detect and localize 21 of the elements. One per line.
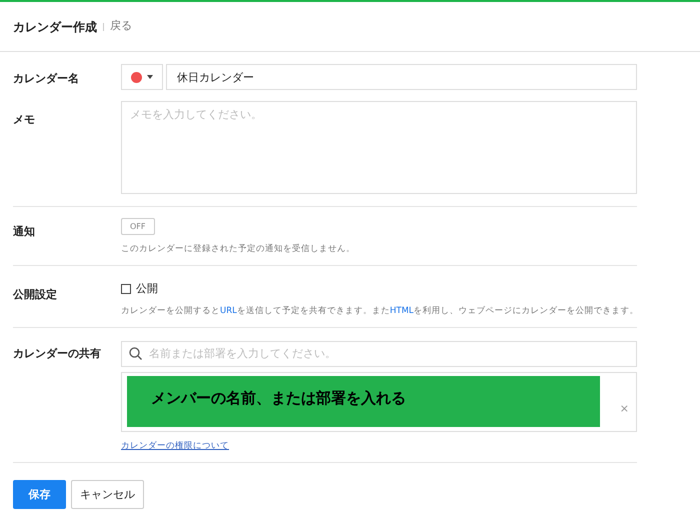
page-title: カレンダー作成 xyxy=(13,18,97,36)
public-description: カレンダーを公開すると URLを送信して予定を共有できます。またHTMLを利用し、ウェブページにカレンダーを公開できます。 xyxy=(121,305,639,318)
row-label: 公開設定 xyxy=(13,288,57,301)
notification-description: このカレンダーに登録された予定の通知を受信しません。 xyxy=(121,243,356,256)
permissions-link[interactable]: カレンダーの権限について xyxy=(121,440,229,452)
row-label: 通知 xyxy=(13,225,35,238)
share-search-field[interactable]: 名前または部署を入力してください。 xyxy=(121,340,637,366)
color-picker[interactable] xyxy=(121,64,163,90)
member-banner: メンバーの名前、または部署を入れる xyxy=(127,376,600,427)
caret-icon xyxy=(147,75,153,79)
search-icon xyxy=(129,347,142,360)
save-button[interactable]: 保存 xyxy=(13,480,66,510)
row-label: カレンダーの共有 xyxy=(13,347,101,360)
back-link[interactable]: 戻る xyxy=(110,18,132,35)
notification-toggle[interactable]: OFF xyxy=(121,218,154,235)
name-field[interactable]: 休日カレンダー xyxy=(166,64,637,90)
row-label: カレンダー名 xyxy=(13,72,79,85)
row-label: メモ xyxy=(13,113,35,126)
memo-field[interactable]: メモを入力してください。 xyxy=(121,101,637,194)
public-checkbox[interactable]: 公開 xyxy=(121,280,639,298)
cancel-button[interactable]: キャンセル xyxy=(71,480,144,510)
